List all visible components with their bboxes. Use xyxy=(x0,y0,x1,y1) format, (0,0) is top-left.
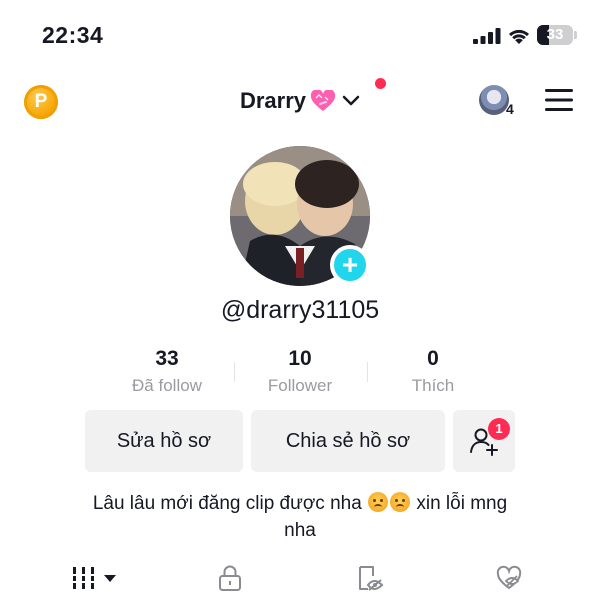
heart-emoji-icon xyxy=(310,90,336,111)
menu-icon[interactable] xyxy=(545,88,573,112)
stat-likes[interactable]: 0 Thích xyxy=(368,347,498,396)
account-switcher[interactable]: Drarry xyxy=(160,86,440,116)
bio-text-end: xin lỗi mng xyxy=(416,493,508,514)
tab-reposts[interactable] xyxy=(356,564,384,592)
edit-profile-button[interactable]: Sửa hồ sơ xyxy=(85,410,243,472)
tired-face-emoji xyxy=(368,492,389,512)
tab-private[interactable] xyxy=(216,564,244,592)
stat-followers-label: Follower xyxy=(267,376,333,395)
battery-indicator: 33 xyxy=(537,25,573,45)
lock-icon xyxy=(219,565,241,591)
reposts-icon xyxy=(359,566,384,591)
battery-percent: 33 xyxy=(546,26,564,43)
bio-text-start: Lâu lâu mới đăng clip được nha xyxy=(92,493,362,514)
profile-bio: Lâu lâu mới đăng clip được nha xin lỗi m… xyxy=(40,490,560,544)
plus-icon: + xyxy=(341,249,359,280)
signal-icon xyxy=(473,28,501,44)
coin-letter: P xyxy=(34,91,48,112)
battery-nub xyxy=(574,31,577,39)
stat-likes-value: 0 xyxy=(427,347,439,370)
videos-grid-icon xyxy=(72,567,116,589)
stat-following-value: 33 xyxy=(155,347,179,370)
friend-count-badge: 4 xyxy=(506,101,514,117)
coin-icon[interactable]: P xyxy=(24,85,58,119)
share-profile-button[interactable]: Chia sẻ hồ sơ xyxy=(251,410,445,472)
status-time: 22:34 xyxy=(42,22,104,48)
bio-text-line2: nha xyxy=(284,520,316,541)
stat-following-label: Đã follow xyxy=(132,376,202,395)
add-story-button[interactable]: + xyxy=(330,245,370,285)
chevron-down-icon xyxy=(342,95,360,106)
liked-icon xyxy=(496,565,522,590)
tab-liked[interactable] xyxy=(495,564,523,592)
wifi-icon xyxy=(509,29,529,44)
stat-followers-value: 10 xyxy=(288,347,312,370)
tired-face-emoji xyxy=(390,492,411,512)
stat-following[interactable]: 33 Đã follow xyxy=(102,347,232,396)
profile-handle: @drarry31105 xyxy=(220,296,380,324)
notification-dot xyxy=(375,78,386,89)
stat-followers[interactable]: 10 Follower xyxy=(235,347,365,396)
tab-videos[interactable] xyxy=(72,566,120,590)
friend-request-badge: 1 xyxy=(488,418,510,440)
stat-likes-label: Thích xyxy=(411,376,455,395)
username-title: Drarry xyxy=(239,88,307,113)
friend-avatar[interactable] xyxy=(479,85,509,115)
